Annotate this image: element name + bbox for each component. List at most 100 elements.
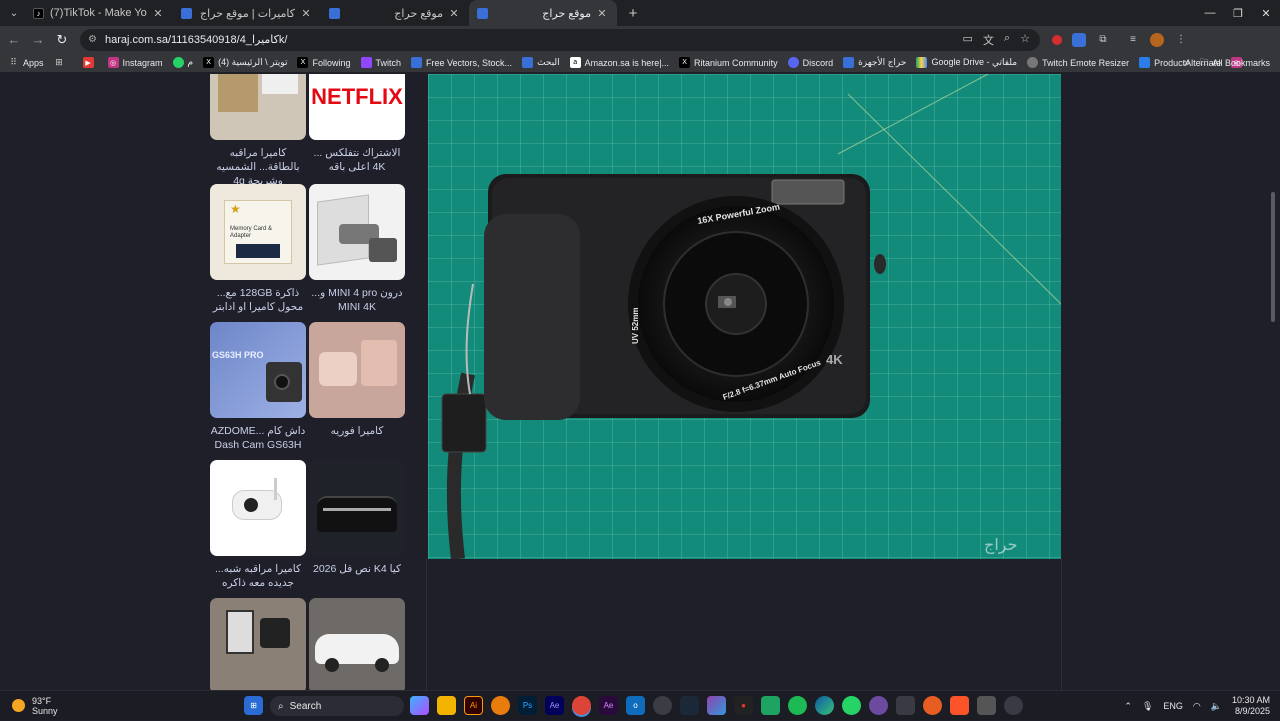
main-listing-photo[interactable]: 16X Powerful Zoom F/2.8 f=6.37mm Auto Fo…	[428, 74, 1061, 559]
whatsapp-taskbar-icon[interactable]	[842, 696, 861, 715]
all-bookmarks[interactable]: 🗀 All Bookmarks	[1199, 53, 1270, 73]
bookmark-instagram[interactable]: ◎ Instagram	[107, 57, 163, 68]
copilot-icon[interactable]	[410, 696, 429, 715]
tab-haraj[interactable]: موقع حراج ✕	[321, 0, 469, 26]
edge-icon[interactable]	[815, 696, 834, 715]
taskbar-search[interactable]: ⌕ Search	[270, 696, 404, 716]
bookmark-ritanium[interactable]: X Ritanium Community	[679, 57, 778, 68]
listing-card[interactable]: GS63H PRO داش كام AZDOME... Dash Cam GS6…	[210, 322, 306, 452]
app-purple-icon[interactable]	[869, 696, 888, 715]
bookmark-sites-grid[interactable]: ⊞	[54, 57, 69, 68]
back-icon[interactable]: ←	[2, 28, 26, 52]
listing-thumbnail[interactable]	[210, 74, 306, 140]
chrome-icon[interactable]	[572, 696, 591, 715]
adobe-express-icon[interactable]: Ae	[599, 696, 618, 715]
profile-avatar[interactable]	[1150, 32, 1164, 47]
zoom-icon[interactable]: ⌕	[1004, 32, 1010, 48]
extension-red-icon[interactable]	[1052, 34, 1062, 45]
tab-haraj-active[interactable]: موقع حراج ✕	[469, 0, 617, 26]
site-info-icon[interactable]: ⚙	[88, 34, 97, 45]
listing-card[interactable]	[210, 598, 306, 690]
close-icon[interactable]: ✕	[299, 7, 313, 20]
app-orange-icon[interactable]	[923, 696, 942, 715]
listing-title[interactable]: كاميرا مراقبه شبه... جديده معه ذاكره	[210, 562, 306, 590]
app-window-icon[interactable]	[977, 696, 996, 715]
bookmark-youtube[interactable]: ▶	[82, 57, 98, 68]
chevron-up-icon[interactable]: ⌃	[1124, 701, 1132, 712]
minimize-icon[interactable]: —	[1196, 0, 1224, 26]
obs-icon[interactable]	[653, 696, 672, 715]
reload-icon[interactable]: ↻	[50, 28, 74, 52]
listing-card[interactable]: درون MINI 4 pro و... MINI 4K	[309, 184, 405, 314]
listing-card[interactable]: كاميرا مراقبه شبه... جديده معه ذاكره	[210, 460, 306, 590]
steam-icon[interactable]	[680, 696, 699, 715]
listing-card[interactable]: NETFLIX الاشتراك نتفلكس ... 4K اعلى باقه	[309, 74, 405, 174]
photoshop-icon[interactable]: Ps	[518, 696, 537, 715]
listing-title[interactable]: الاشتراك نتفلكس ... 4K اعلى باقه	[309, 146, 405, 174]
volume-icon[interactable]: 🔈	[1211, 701, 1222, 712]
bookmark-star-icon[interactable]: ☆	[1020, 32, 1030, 48]
restore-icon[interactable]: ❐	[1224, 0, 1252, 26]
close-window-icon[interactable]: ✕	[1252, 0, 1280, 26]
tab-tiktok[interactable]: ♪ (7)TikTok - Make Your Day ✕	[25, 0, 173, 26]
outlook-icon[interactable]: o	[626, 696, 645, 715]
listing-title[interactable]: داش كام AZDOME... Dash Cam GS63H	[210, 424, 306, 452]
app-gray-icon[interactable]	[896, 696, 915, 715]
bookmark-search-haraj[interactable]: البحث	[522, 57, 560, 68]
windows-start-icon[interactable]: ⊞	[244, 696, 263, 715]
microphone-icon[interactable]: 🎙	[1142, 701, 1153, 712]
close-icon[interactable]: ✕	[595, 7, 609, 20]
app-settings-icon[interactable]	[1004, 696, 1023, 715]
microsoft-365-icon[interactable]	[707, 696, 726, 715]
listing-card[interactable]: كاميرا مراقبه بالطاقة... الشمسيه وشريحة …	[210, 74, 306, 188]
listing-thumbnail[interactable]: ★ Memory Card & Adapter	[210, 184, 306, 280]
spotify-icon[interactable]	[788, 696, 807, 715]
bookmarks-overflow-icon[interactable]: »	[1184, 53, 1190, 73]
listing-thumbnail[interactable]	[309, 184, 405, 280]
bookmark-google-drive[interactable]: Google Drive - ملفاتي	[916, 57, 1017, 68]
listing-thumbnail[interactable]	[210, 460, 306, 556]
listing-thumbnail[interactable]: NETFLIX	[309, 74, 405, 140]
listing-thumbnail[interactable]	[309, 322, 405, 418]
bookmark-whatsapp[interactable]: م	[172, 57, 193, 68]
weather-widget[interactable]: 93°F Sunny	[12, 696, 58, 716]
close-icon[interactable]: ✕	[151, 7, 165, 20]
illustrator-icon[interactable]: Ai	[464, 696, 483, 715]
listing-title[interactable]: كيا K4 نص فل 2026	[309, 562, 405, 576]
listing-title[interactable]: ذاكرة 128GB مع... محول كاميرا او ادابتر	[210, 286, 306, 314]
listing-title[interactable]: كاميرا مراقبه بالطاقة... الشمسيه وشريحة …	[210, 146, 306, 188]
listing-title[interactable]: كاميرا فوريه	[309, 424, 405, 438]
listing-card[interactable]: كيا K4 نص فل 2026	[309, 460, 405, 576]
extensions-puzzle-icon[interactable]: ⧉	[1096, 33, 1110, 47]
page-scrollbar[interactable]	[1271, 192, 1275, 322]
bookmark-following[interactable]: X Following	[297, 57, 351, 68]
translate-icon[interactable]: 文	[983, 32, 994, 48]
bookmark-freepik[interactable]: Free Vectors, Stock...	[411, 57, 512, 68]
forward-icon[interactable]: →	[26, 28, 50, 52]
listing-thumbnail[interactable]	[309, 460, 405, 556]
file-explorer-icon[interactable]	[437, 696, 456, 715]
wifi-icon[interactable]: ◠	[1193, 701, 1201, 712]
new-tab-button[interactable]: +	[623, 5, 643, 22]
listing-thumbnail[interactable]: GS63H PRO	[210, 322, 306, 418]
bookmark-twitter-home[interactable]: X (4) تويتر \ الرئيسية	[203, 57, 287, 68]
install-app-icon[interactable]: ▭	[963, 32, 973, 48]
listing-thumbnail[interactable]	[309, 598, 405, 690]
close-icon[interactable]: ✕	[447, 7, 461, 20]
app-green-icon[interactable]	[761, 696, 780, 715]
bookmark-haraj-devices[interactable]: حراج الأجهزة	[843, 57, 906, 68]
blender-icon[interactable]	[491, 696, 510, 715]
bookmark-apps[interactable]: ⠿ Apps	[8, 57, 43, 68]
clock[interactable]: 10:30 AM 8/9/2025	[1232, 695, 1270, 717]
app-icon[interactable]: ●	[734, 696, 753, 715]
tab-search-button[interactable]: ⌄	[3, 2, 25, 24]
address-bar[interactable]: ⚙ haraj.com.sa/11163540918/كاميرا_4k/ ▭ …	[80, 28, 1040, 51]
brave-icon[interactable]	[950, 696, 969, 715]
bookmark-twitch-emote-resizer[interactable]: Twitch Emote Resizer	[1027, 57, 1129, 68]
listing-card[interactable]: ★ Memory Card & Adapter ذاكرة 128GB مع..…	[210, 184, 306, 314]
media-control-icon[interactable]: ≡	[1126, 33, 1140, 47]
tab-haraj-cameras[interactable]: كاميرات | موقع حراج ✕	[173, 0, 321, 26]
bookmark-amazon[interactable]: a Amazon.sa is here|...	[569, 57, 669, 68]
listing-card[interactable]	[309, 598, 405, 690]
listing-thumbnail[interactable]	[210, 598, 306, 690]
